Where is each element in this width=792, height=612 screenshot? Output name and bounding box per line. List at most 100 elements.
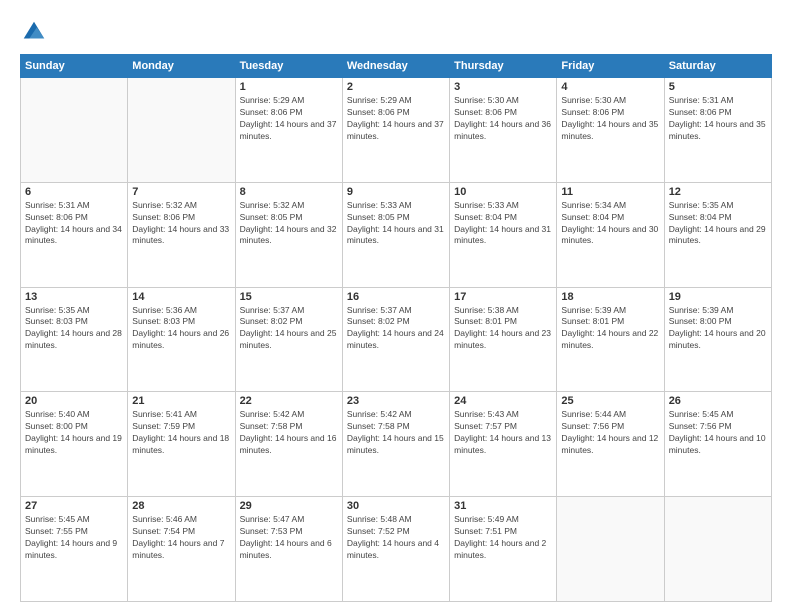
calendar-cell: 8 Sunrise: 5:32 AMSunset: 8:05 PMDaylight… [235,182,342,287]
calendar-cell: 23 Sunrise: 5:42 AMSunset: 7:58 PMDayligh… [342,392,449,497]
calendar-cell: 11 Sunrise: 5:34 AMSunset: 8:04 PMDayligh… [557,182,664,287]
day-info: Sunrise: 5:45 AMSunset: 7:55 PMDaylight:… [25,514,123,562]
day-info: Sunrise: 5:29 AMSunset: 8:06 PMDaylight:… [347,95,445,143]
day-info: Sunrise: 5:32 AMSunset: 8:05 PMDaylight:… [240,200,338,248]
day-number: 24 [454,395,552,407]
day-info: Sunrise: 5:41 AMSunset: 7:59 PMDaylight:… [132,409,230,457]
day-number: 8 [240,186,338,198]
day-info: Sunrise: 5:42 AMSunset: 7:58 PMDaylight:… [347,409,445,457]
day-info: Sunrise: 5:32 AMSunset: 8:06 PMDaylight:… [132,200,230,248]
calendar-cell: 2 Sunrise: 5:29 AMSunset: 8:06 PMDaylight… [342,78,449,183]
calendar-cell: 31 Sunrise: 5:49 AMSunset: 7:51 PMDayligh… [450,497,557,602]
day-number: 21 [132,395,230,407]
day-number: 23 [347,395,445,407]
day-info: Sunrise: 5:33 AMSunset: 8:04 PMDaylight:… [454,200,552,248]
day-info: Sunrise: 5:49 AMSunset: 7:51 PMDaylight:… [454,514,552,562]
calendar-cell: 29 Sunrise: 5:47 AMSunset: 7:53 PMDayligh… [235,497,342,602]
day-number: 26 [669,395,767,407]
day-info: Sunrise: 5:33 AMSunset: 8:05 PMDaylight:… [347,200,445,248]
day-info: Sunrise: 5:39 AMSunset: 8:01 PMDaylight:… [561,305,659,353]
day-number: 30 [347,500,445,512]
day-number: 1 [240,81,338,93]
calendar-cell: 30 Sunrise: 5:48 AMSunset: 7:52 PMDayligh… [342,497,449,602]
day-number: 19 [669,291,767,303]
day-number: 18 [561,291,659,303]
day-number: 13 [25,291,123,303]
calendar-cell: 3 Sunrise: 5:30 AMSunset: 8:06 PMDaylight… [450,78,557,183]
calendar-week-row: 20 Sunrise: 5:40 AMSunset: 8:00 PMDayligh… [21,392,772,497]
calendar-cell: 27 Sunrise: 5:45 AMSunset: 7:55 PMDayligh… [21,497,128,602]
day-number: 27 [25,500,123,512]
day-info: Sunrise: 5:30 AMSunset: 8:06 PMDaylight:… [561,95,659,143]
day-number: 5 [669,81,767,93]
day-number: 17 [454,291,552,303]
day-info: Sunrise: 5:37 AMSunset: 8:02 PMDaylight:… [240,305,338,353]
day-number: 29 [240,500,338,512]
logo-icon [20,18,48,46]
calendar-cell: 14Sunrise: 5:36 AMSunset: 8:03 PMDayligh… [128,287,235,392]
calendar-cell: 17 Sunrise: 5:38 AMSunset: 8:01 PMDayligh… [450,287,557,392]
header [20,18,772,46]
day-info: Sunrise: 5:46 AMSunset: 7:54 PMDaylight:… [132,514,230,562]
calendar-cell: 7 Sunrise: 5:32 AMSunset: 8:06 PMDaylight… [128,182,235,287]
calendar-cell: 21 Sunrise: 5:41 AMSunset: 7:59 PMDayligh… [128,392,235,497]
calendar-header-row: SundayMondayTuesdayWednesdayThursdayFrid… [21,55,772,78]
calendar-cell: 15 Sunrise: 5:37 AMSunset: 8:02 PMDayligh… [235,287,342,392]
day-number: 22 [240,395,338,407]
calendar-week-row: 13 Sunrise: 5:35 AMSunset: 8:03 PMDayligh… [21,287,772,392]
day-info: Sunrise: 5:34 AMSunset: 8:04 PMDaylight:… [561,200,659,248]
day-number: 20 [25,395,123,407]
day-info: Sunrise: 5:35 AMSunset: 8:03 PMDaylight:… [25,305,123,353]
day-number: 10 [454,186,552,198]
calendar-cell: 25Sunrise: 5:44 AMSunset: 7:56 PMDayligh… [557,392,664,497]
day-info: Sunrise: 5:39 AMSunset: 8:00 PMDaylight:… [669,305,767,353]
day-number: 3 [454,81,552,93]
calendar-week-row: 6 Sunrise: 5:31 AMSunset: 8:06 PMDaylight… [21,182,772,287]
weekday-header: Wednesday [342,55,449,78]
day-number: 11 [561,186,659,198]
calendar-cell: 6 Sunrise: 5:31 AMSunset: 8:06 PMDaylight… [21,182,128,287]
day-info: Sunrise: 5:47 AMSunset: 7:53 PMDaylight:… [240,514,338,562]
day-info: Sunrise: 5:36 AMSunset: 8:03 PMDaylight:… [132,305,230,353]
day-number: 7 [132,186,230,198]
calendar-cell: 28 Sunrise: 5:46 AMSunset: 7:54 PMDayligh… [128,497,235,602]
day-info: Sunrise: 5:43 AMSunset: 7:57 PMDaylight:… [454,409,552,457]
day-info: Sunrise: 5:31 AMSunset: 8:06 PMDaylight:… [25,200,123,248]
day-number: 31 [454,500,552,512]
calendar-cell [21,78,128,183]
day-info: Sunrise: 5:42 AMSunset: 7:58 PMDaylight:… [240,409,338,457]
day-info: Sunrise: 5:31 AMSunset: 8:06 PMDaylight:… [669,95,767,143]
calendar-cell: 5 Sunrise: 5:31 AMSunset: 8:06 PMDaylight… [664,78,771,183]
day-number: 4 [561,81,659,93]
day-number: 6 [25,186,123,198]
calendar-cell: 12Sunrise: 5:35 AMSunset: 8:04 PMDayligh… [664,182,771,287]
weekday-header: Sunday [21,55,128,78]
calendar-cell [664,497,771,602]
calendar-week-row: 27 Sunrise: 5:45 AMSunset: 7:55 PMDayligh… [21,497,772,602]
day-number: 9 [347,186,445,198]
calendar-cell: 24 Sunrise: 5:43 AMSunset: 7:57 PMDayligh… [450,392,557,497]
day-info: Sunrise: 5:30 AMSunset: 8:06 PMDaylight:… [454,95,552,143]
day-info: Sunrise: 5:44 AMSunset: 7:56 PMDaylight:… [561,409,659,457]
weekday-header: Saturday [664,55,771,78]
calendar-cell: 19 Sunrise: 5:39 AMSunset: 8:00 PMDayligh… [664,287,771,392]
logo [20,18,52,46]
calendar-week-row: 1 Sunrise: 5:29 AMSunset: 8:06 PMDaylight… [21,78,772,183]
calendar-table: SundayMondayTuesdayWednesdayThursdayFrid… [20,54,772,602]
weekday-header: Monday [128,55,235,78]
day-number: 28 [132,500,230,512]
calendar-cell: 1 Sunrise: 5:29 AMSunset: 8:06 PMDaylight… [235,78,342,183]
day-info: Sunrise: 5:40 AMSunset: 8:00 PMDaylight:… [25,409,123,457]
day-info: Sunrise: 5:29 AMSunset: 8:06 PMDaylight:… [240,95,338,143]
day-info: Sunrise: 5:38 AMSunset: 8:01 PMDaylight:… [454,305,552,353]
day-number: 2 [347,81,445,93]
day-number: 15 [240,291,338,303]
weekday-header: Thursday [450,55,557,78]
calendar-cell: 20 Sunrise: 5:40 AMSunset: 8:00 PMDayligh… [21,392,128,497]
page: SundayMondayTuesdayWednesdayThursdayFrid… [0,0,792,612]
day-number: 12 [669,186,767,198]
calendar-cell: 13 Sunrise: 5:35 AMSunset: 8:03 PMDayligh… [21,287,128,392]
weekday-header: Tuesday [235,55,342,78]
day-info: Sunrise: 5:48 AMSunset: 7:52 PMDaylight:… [347,514,445,562]
calendar-cell: 22 Sunrise: 5:42 AMSunset: 7:58 PMDayligh… [235,392,342,497]
